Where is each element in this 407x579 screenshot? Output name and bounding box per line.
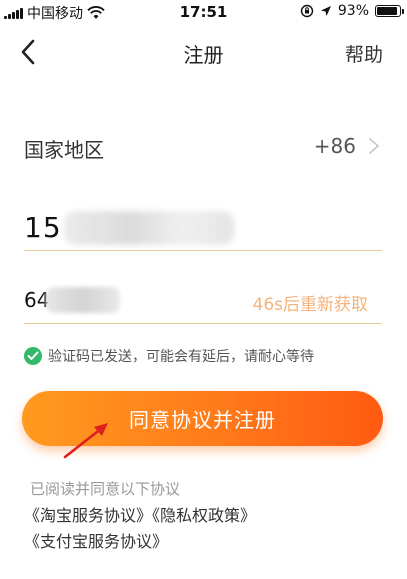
chevron-right-icon xyxy=(369,138,379,154)
rotation-lock-icon xyxy=(300,4,314,18)
agree-and-register-button[interactable]: 同意协议并注册 xyxy=(22,391,383,446)
country-code: +86 xyxy=(313,134,356,158)
alipay-service-agreement-link[interactable]: 《支付宝服务协议》 xyxy=(24,532,168,551)
country-label: 国家地区 xyxy=(24,138,104,162)
location-icon xyxy=(320,6,331,16)
battery-fill xyxy=(377,7,398,15)
help-button[interactable]: 帮助 xyxy=(345,40,383,67)
agreement-links: 《淘宝服务协议》《隐私权政策》《支付宝服务协议》 xyxy=(24,503,386,555)
phone-redaction xyxy=(64,211,234,245)
phone-value: 15 xyxy=(24,211,62,244)
phone-input[interactable]: 15 xyxy=(24,203,382,251)
register-button-label: 同意协议并注册 xyxy=(129,408,276,432)
taobao-service-agreement-link[interactable]: 《淘宝服务协议》 xyxy=(24,506,152,525)
nav-bar: 注册 帮助 xyxy=(0,24,407,80)
code-redaction xyxy=(46,287,120,313)
code-sent-hint: 验证码已发送，可能会有延后，请耐心等待 xyxy=(24,345,314,367)
battery-percent: 93% xyxy=(337,3,369,19)
verification-code-input[interactable]: 64 46s后重新获取 xyxy=(24,278,382,324)
status-right: 93% xyxy=(300,3,404,19)
resend-code-button[interactable]: 46s后重新获取 xyxy=(253,290,369,315)
hint-text: 验证码已发送，可能会有延后，请耐心等待 xyxy=(48,349,314,365)
privacy-policy-link[interactable]: 《隐私权政策》 xyxy=(152,506,256,525)
battery-icon xyxy=(375,5,404,17)
check-circle-icon xyxy=(24,347,42,365)
agreement-intro: 已阅读并同意以下协议 xyxy=(30,480,181,498)
country-region-selector[interactable]: 国家地区 +86 xyxy=(24,128,382,164)
status-bar: 中国移动 17:51 93% xyxy=(0,0,407,24)
